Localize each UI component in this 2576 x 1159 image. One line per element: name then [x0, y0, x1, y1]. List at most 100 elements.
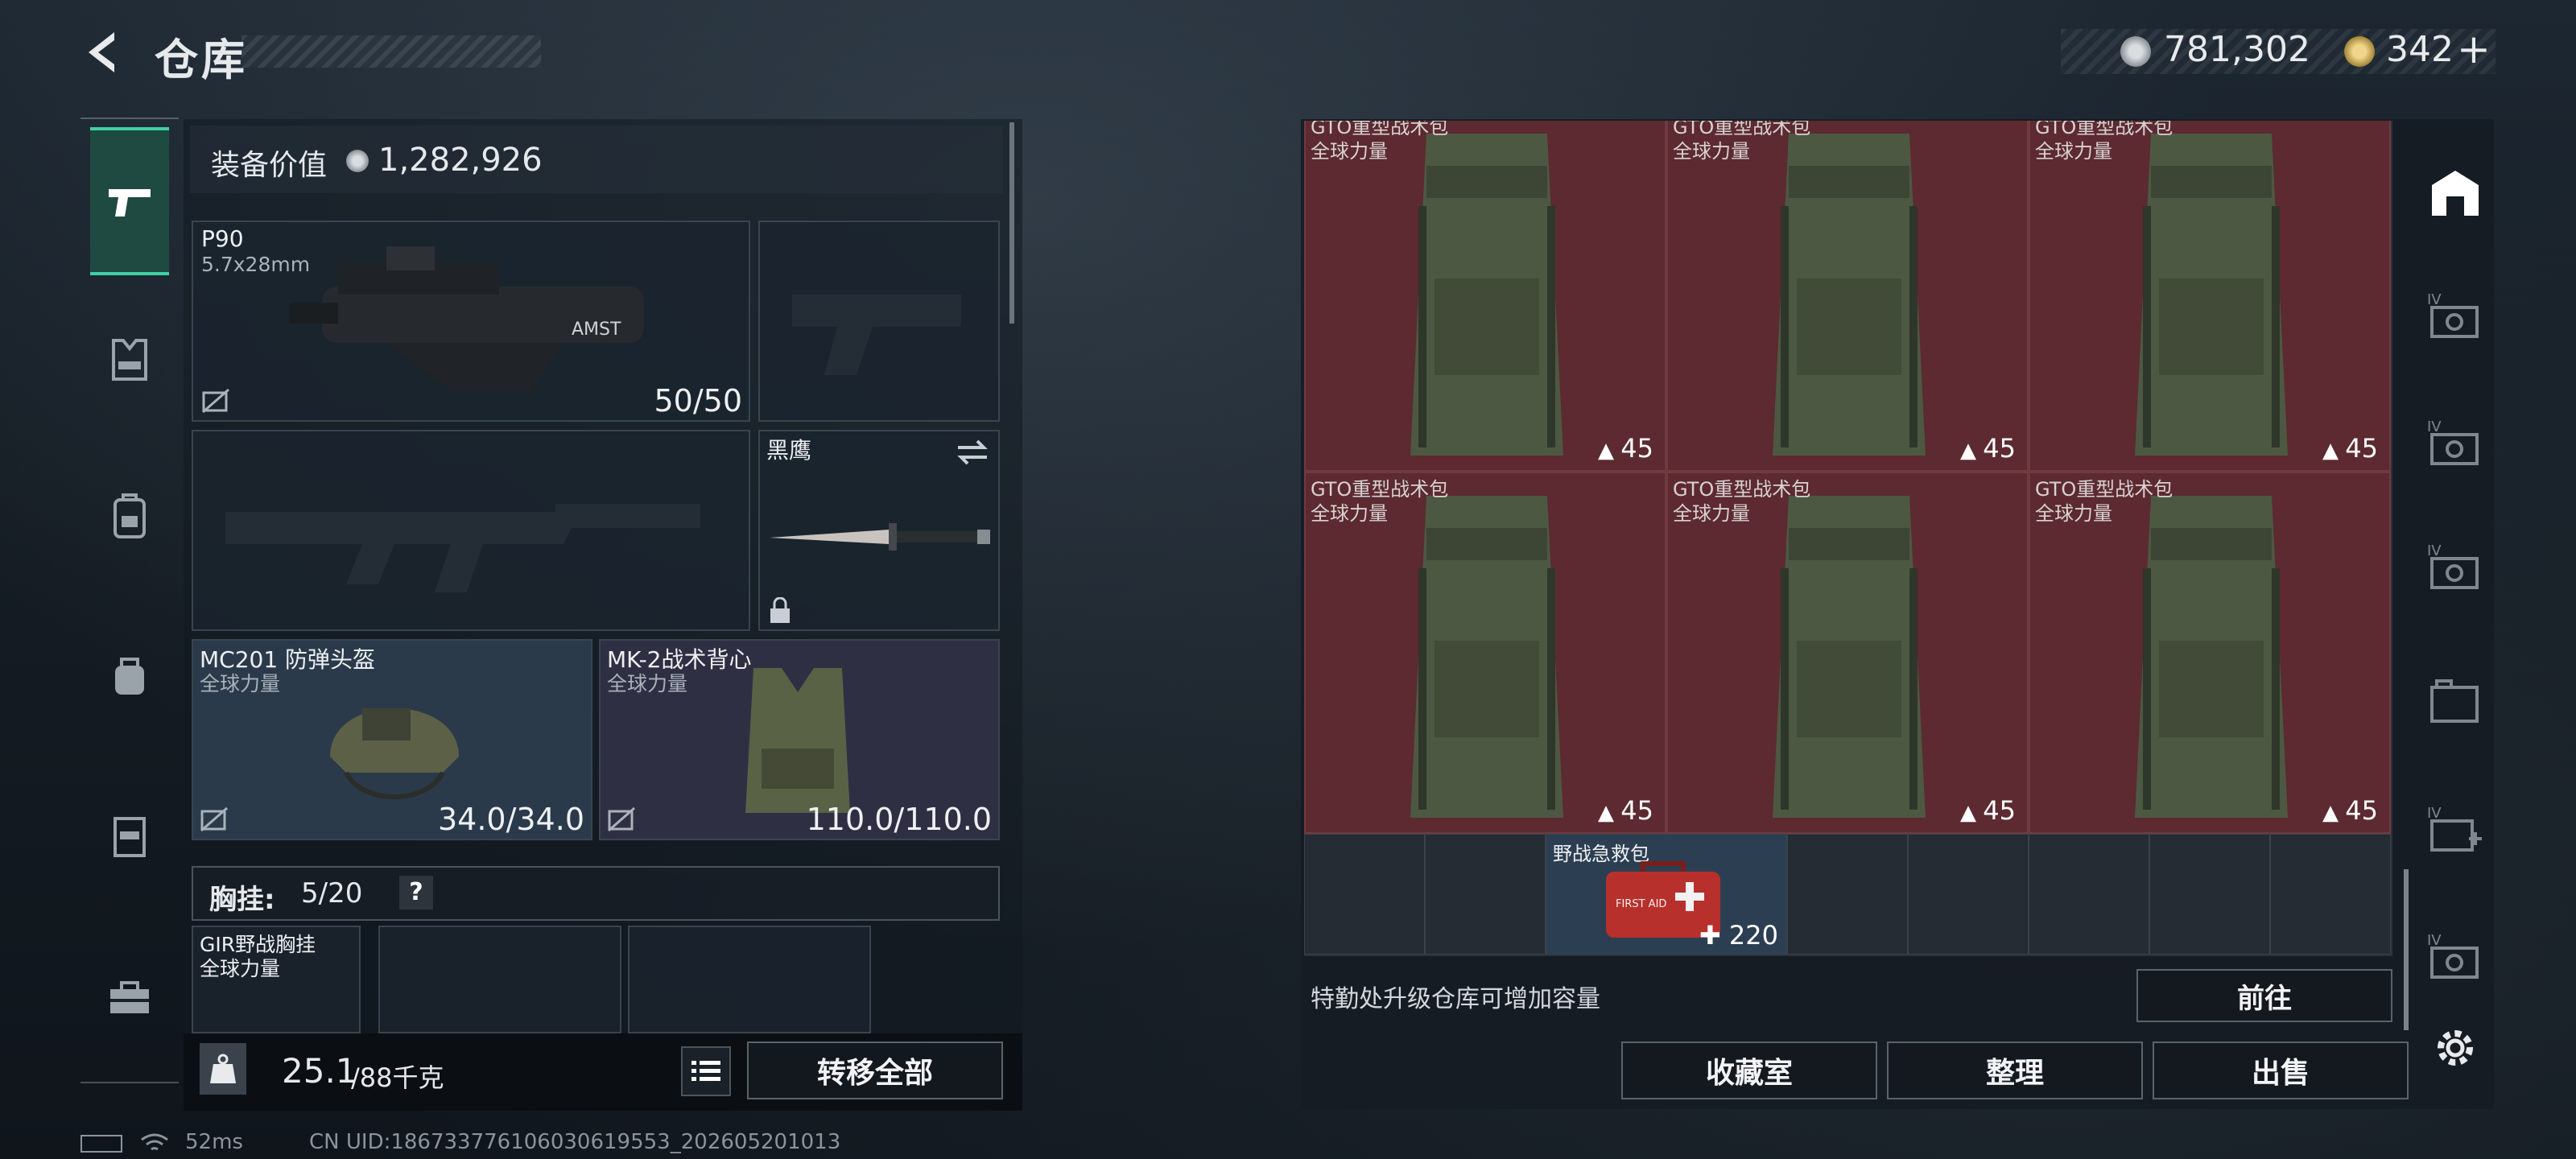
silver-currency-value: 781,302 — [2164, 29, 2310, 70]
sidebar-tab-locker[interactable] — [90, 797, 169, 876]
chest-rig-count: 5/20 — [301, 877, 363, 909]
p90-weapon-image: AMST — [290, 246, 644, 391]
storage-item-backpack[interactable]: GTO重型战术包 全球力量 ▲ 45 — [2029, 472, 2391, 834]
item-count: 45 — [1620, 795, 1653, 826]
battery-icon — [80, 1135, 122, 1153]
empty-storage-cell[interactable] — [1787, 834, 1908, 955]
no-insure-icon — [200, 806, 228, 832]
storage-tab-iv-1[interactable]: IV — [2423, 283, 2487, 348]
rifle-slot[interactable] — [192, 430, 750, 631]
weapon-name: P90 — [201, 225, 244, 252]
toolbox-icon — [110, 981, 149, 1013]
sidebar-tab-toolbox[interactable] — [90, 958, 169, 1037]
arrange-button[interactable]: 整理 — [1887, 1041, 2143, 1099]
weapon-ammo: 50/50 — [654, 383, 742, 419]
melee-name: 黑鹰 — [766, 437, 812, 464]
helmet-image — [330, 708, 459, 799]
item-source: 全球力量 — [1673, 140, 1750, 163]
help-button[interactable]: ? — [399, 876, 433, 909]
goto-button[interactable]: 前往 — [2136, 969, 2392, 1022]
backpack-item-image — [1410, 134, 1563, 456]
max-weight: /88千克 — [351, 1062, 444, 1093]
empty-storage-cell[interactable] — [1304, 834, 1425, 955]
empty-storage-cell[interactable] — [2270, 834, 2391, 955]
backpack-item-image — [1410, 496, 1563, 818]
backpack-item-image — [2135, 134, 2288, 456]
capacity-icon: ▲ — [1960, 439, 1984, 463]
sell-button[interactable]: 出售 — [2153, 1041, 2409, 1099]
storage-tab-add[interactable]: IV — [2423, 797, 2487, 861]
item-count: 45 — [1983, 795, 2016, 826]
capacity-icon: ▲ — [2322, 801, 2346, 825]
pistol-silhouette-icon — [792, 295, 961, 375]
storage-item-medkit[interactable]: 野战急救包 FIRST AID ✚ 220 — [1546, 834, 1787, 955]
backpack-item-image — [1773, 496, 1926, 818]
list-view-button[interactable] — [681, 1046, 731, 1096]
storage-scrollbar[interactable] — [2404, 869, 2409, 1030]
svg-text:IV: IV — [2427, 291, 2442, 308]
storage-tab-folder[interactable] — [2423, 668, 2487, 732]
gold-coin-icon — [2344, 36, 2375, 67]
storage-tab-iv-2[interactable]: IV — [2423, 410, 2487, 475]
warehouse-icon — [2432, 171, 2479, 216]
title-decoration — [242, 35, 541, 68]
storage-item-backpack[interactable]: GTO重型战术包 全球力量 ▲ 45 — [1304, 472, 1666, 834]
chest-rig-source: 全球力量 — [200, 957, 281, 980]
storage-item-backpack[interactable]: GTO重型战术包 全球力量 ▲ 45 — [1666, 121, 2029, 472]
back-button[interactable] — [77, 24, 134, 80]
upgrade-hint: 特勤处升级仓库可增加容量 — [1311, 985, 1600, 1013]
storage-tab-main[interactable] — [2423, 161, 2487, 225]
sidebar-tab-weapons[interactable] — [90, 127, 169, 275]
sidebar-tab-bag[interactable] — [90, 636, 169, 715]
svg-text:IV: IV — [2427, 805, 2442, 822]
svg-text:IV: IV — [2427, 542, 2442, 559]
storage-item-backpack[interactable]: GTO重型战术包 全球力量 ▲ 45 — [1666, 472, 2029, 834]
storage-item-backpack[interactable]: GTO重型战术包 全球力量 ▲ 45 — [1304, 121, 1666, 472]
svg-text:IV: IV — [2427, 419, 2442, 435]
chest-rig-pocket-1[interactable] — [378, 926, 621, 1033]
loadout-scrollbar[interactable] — [1009, 122, 1014, 324]
vest-icon — [112, 339, 147, 381]
primary-weapon-slot[interactable]: P90 5.7x28mm AMST 50/50 — [192, 221, 750, 422]
empty-storage-cell[interactable] — [2149, 834, 2270, 955]
storage-tab-iv-4[interactable]: IV — [2423, 924, 2487, 988]
item-count-badge: ▲ 45 — [1598, 795, 1653, 826]
item-count: 45 — [2345, 433, 2378, 464]
no-insure-icon — [202, 388, 229, 414]
chest-rig-pocket-2[interactable] — [628, 926, 871, 1033]
add-gold-button[interactable]: + — [2457, 26, 2491, 72]
empty-storage-cell[interactable] — [2029, 834, 2149, 955]
storage-tab-iv-3[interactable]: IV — [2423, 534, 2487, 599]
swap-icon[interactable] — [955, 438, 990, 467]
empty-storage-cell[interactable] — [1425, 834, 1546, 955]
item-count-badge: ▲ 45 — [1598, 433, 1653, 464]
item-count: 220 — [1728, 920, 1778, 951]
equipment-value-label: 装备价值 — [211, 149, 328, 182]
empty-storage-cell[interactable] — [1908, 834, 2029, 955]
item-count-badge: ✚ 220 — [1699, 920, 1778, 951]
helmet-durability: 34.0/34.0 — [437, 802, 584, 837]
locker-icon — [114, 817, 146, 857]
collection-room-button[interactable]: 收藏室 — [1621, 1041, 1877, 1099]
no-insure-icon — [608, 806, 635, 832]
backpack-item-image — [1773, 134, 1926, 456]
transfer-all-button[interactable]: 转移全部 — [747, 1041, 1003, 1099]
weight-icon — [200, 1043, 246, 1095]
back-arrow-icon — [89, 32, 114, 72]
settings-button[interactable] — [2423, 1016, 2487, 1080]
plus-icon: ✚ — [1699, 920, 1729, 951]
lock-icon — [770, 597, 790, 623]
capacity-icon: ▲ — [1960, 801, 1984, 825]
melee-slot[interactable]: 黑鹰 — [758, 430, 1000, 631]
storage-grid: GTO重型战术包 全球力量 ▲ 45 GTO重型战术包 全球力量 ▲ 45 GTO重型战术包… — [1304, 121, 2392, 956]
storage-item-backpack[interactable]: GTO重型战术包 全球力量 ▲ 45 — [2029, 121, 2391, 472]
equipment-value: 1,282,926 — [378, 142, 543, 179]
sidebar-tab-backpack[interactable] — [90, 476, 169, 555]
chest-rig-item[interactable]: GIR野战胸挂 全球力量 — [192, 926, 361, 1033]
armor-slot[interactable]: MK-2战术背心 全球力量 110.0/110.0 — [599, 639, 1000, 840]
helmet-slot[interactable]: MC201 防弹头盔 全球力量 34.0/34.0 — [192, 639, 592, 840]
item-count-badge: ▲ 45 — [1960, 795, 2016, 826]
knife-image — [770, 523, 990, 551]
sidebar-tab-vest[interactable] — [90, 320, 169, 399]
secondary-weapon-slot[interactable] — [758, 221, 1000, 422]
